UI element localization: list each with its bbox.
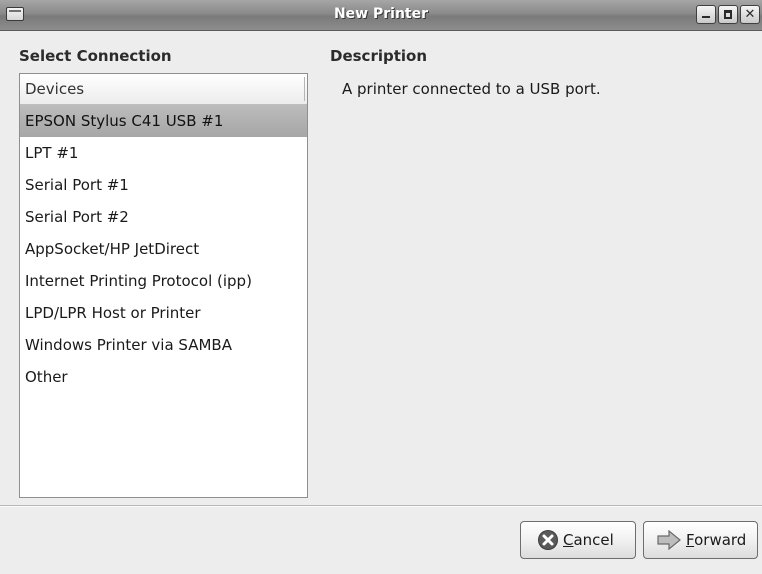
- list-item[interactable]: Other: [20, 361, 307, 393]
- list-item[interactable]: Serial Port #1: [20, 169, 307, 201]
- devices-column-header[interactable]: Devices: [20, 74, 307, 105]
- close-icon[interactable]: ✕: [740, 5, 760, 24]
- cancel-button[interactable]: Cancel: [520, 521, 636, 559]
- description-text: A printer connected to a USB port.: [342, 80, 601, 98]
- separator: [0, 505, 762, 507]
- title-bar[interactable]: New Printer ✕: [0, 0, 762, 31]
- list-item[interactable]: Windows Printer via SAMBA: [20, 329, 307, 361]
- new-printer-dialog: New Printer ✕ Select Connection Descript…: [0, 0, 762, 574]
- forward-arrow-icon: [656, 530, 682, 550]
- forward-label: Forward: [686, 531, 747, 549]
- list-item[interactable]: Serial Port #2: [20, 201, 307, 233]
- minimize-icon[interactable]: [696, 5, 716, 24]
- window-title: New Printer: [333, 6, 429, 22]
- select-connection-heading: Select Connection: [19, 47, 172, 65]
- description-heading: Description: [330, 47, 428, 65]
- list-item[interactable]: Internet Printing Protocol (ipp): [20, 265, 307, 297]
- cancel-icon: [537, 529, 559, 551]
- list-item[interactable]: LPT #1: [20, 137, 307, 169]
- forward-button[interactable]: Forward: [643, 521, 758, 559]
- devices-list[interactable]: Devices EPSON Stylus C41 USB #1 LPT #1 Ser…: [19, 73, 308, 498]
- list-item[interactable]: AppSocket/HP JetDirect: [20, 233, 307, 265]
- cancel-label: Cancel: [563, 531, 614, 549]
- window-controls: ✕: [696, 5, 760, 25]
- list-item[interactable]: LPD/LPR Host or Printer: [20, 297, 307, 329]
- list-item[interactable]: EPSON Stylus C41 USB #1: [20, 105, 307, 137]
- maximize-icon[interactable]: [718, 5, 738, 24]
